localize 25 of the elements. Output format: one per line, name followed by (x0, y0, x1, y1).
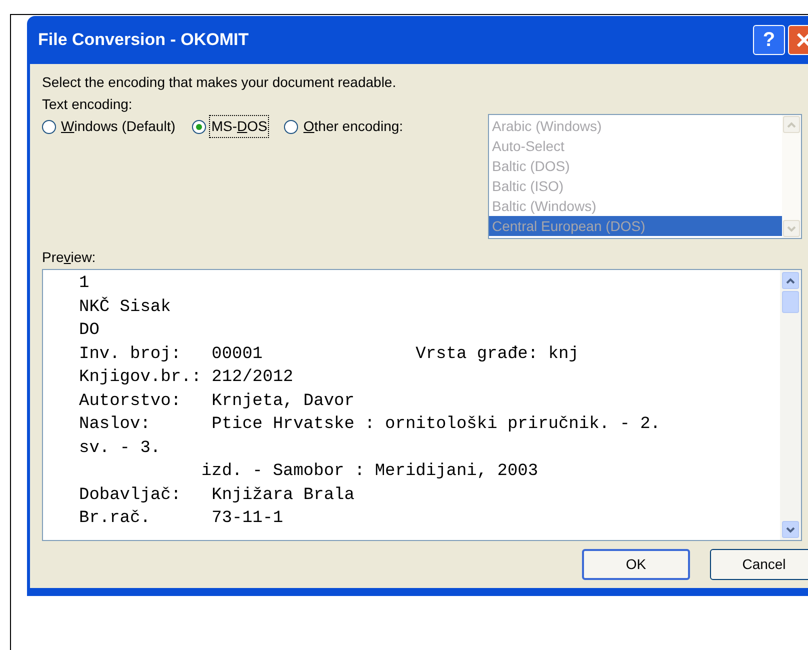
close-icon (796, 32, 808, 48)
preview-line: Knjigov.br.: 212/2012 (79, 367, 294, 389)
preview-line: Br.rač. 73-11-1 (79, 508, 284, 530)
preview-line: DO (79, 320, 100, 342)
scroll-thumb[interactable] (782, 291, 799, 313)
radio-option[interactable]: Other encoding: (284, 116, 404, 137)
help-button[interactable]: ? (753, 25, 785, 55)
preview-line: Dobavljač: Knjižara Brala (79, 484, 356, 506)
window-title: File Conversion - OKOMIT (38, 29, 249, 52)
preview-line: Autorstvo: Krnjeta, Davor (79, 390, 356, 412)
preview-line: izd. - Samobor : Meridijani, 2003 (200, 461, 540, 483)
preview-label: Preview: (42, 248, 97, 267)
preview-line: NKČ Sisak (79, 296, 172, 318)
preview-line: Inv. broj: 00001 Vrsta građe: knj (79, 344, 580, 366)
scroll-up-button[interactable] (782, 272, 799, 289)
radio-option[interactable]: MS-DOS (192, 116, 268, 137)
preview-line: 1 (79, 273, 90, 295)
dialog-button[interactable]: Cancel (710, 549, 808, 580)
encoding-label: Text encoding: (42, 95, 134, 114)
scroll-down-button[interactable] (782, 521, 799, 538)
radio-option[interactable]: Windows (Default) (42, 116, 176, 137)
preview-line: Naslov: Ptice Hrvatske : ornitološki priručnik. - 2. (79, 414, 662, 436)
instruction-text: Select the encoding that makes your document readable. (42, 73, 398, 92)
preview-line: sv. - 3. (79, 438, 162, 460)
dialog-button[interactable]: OK (582, 549, 690, 580)
